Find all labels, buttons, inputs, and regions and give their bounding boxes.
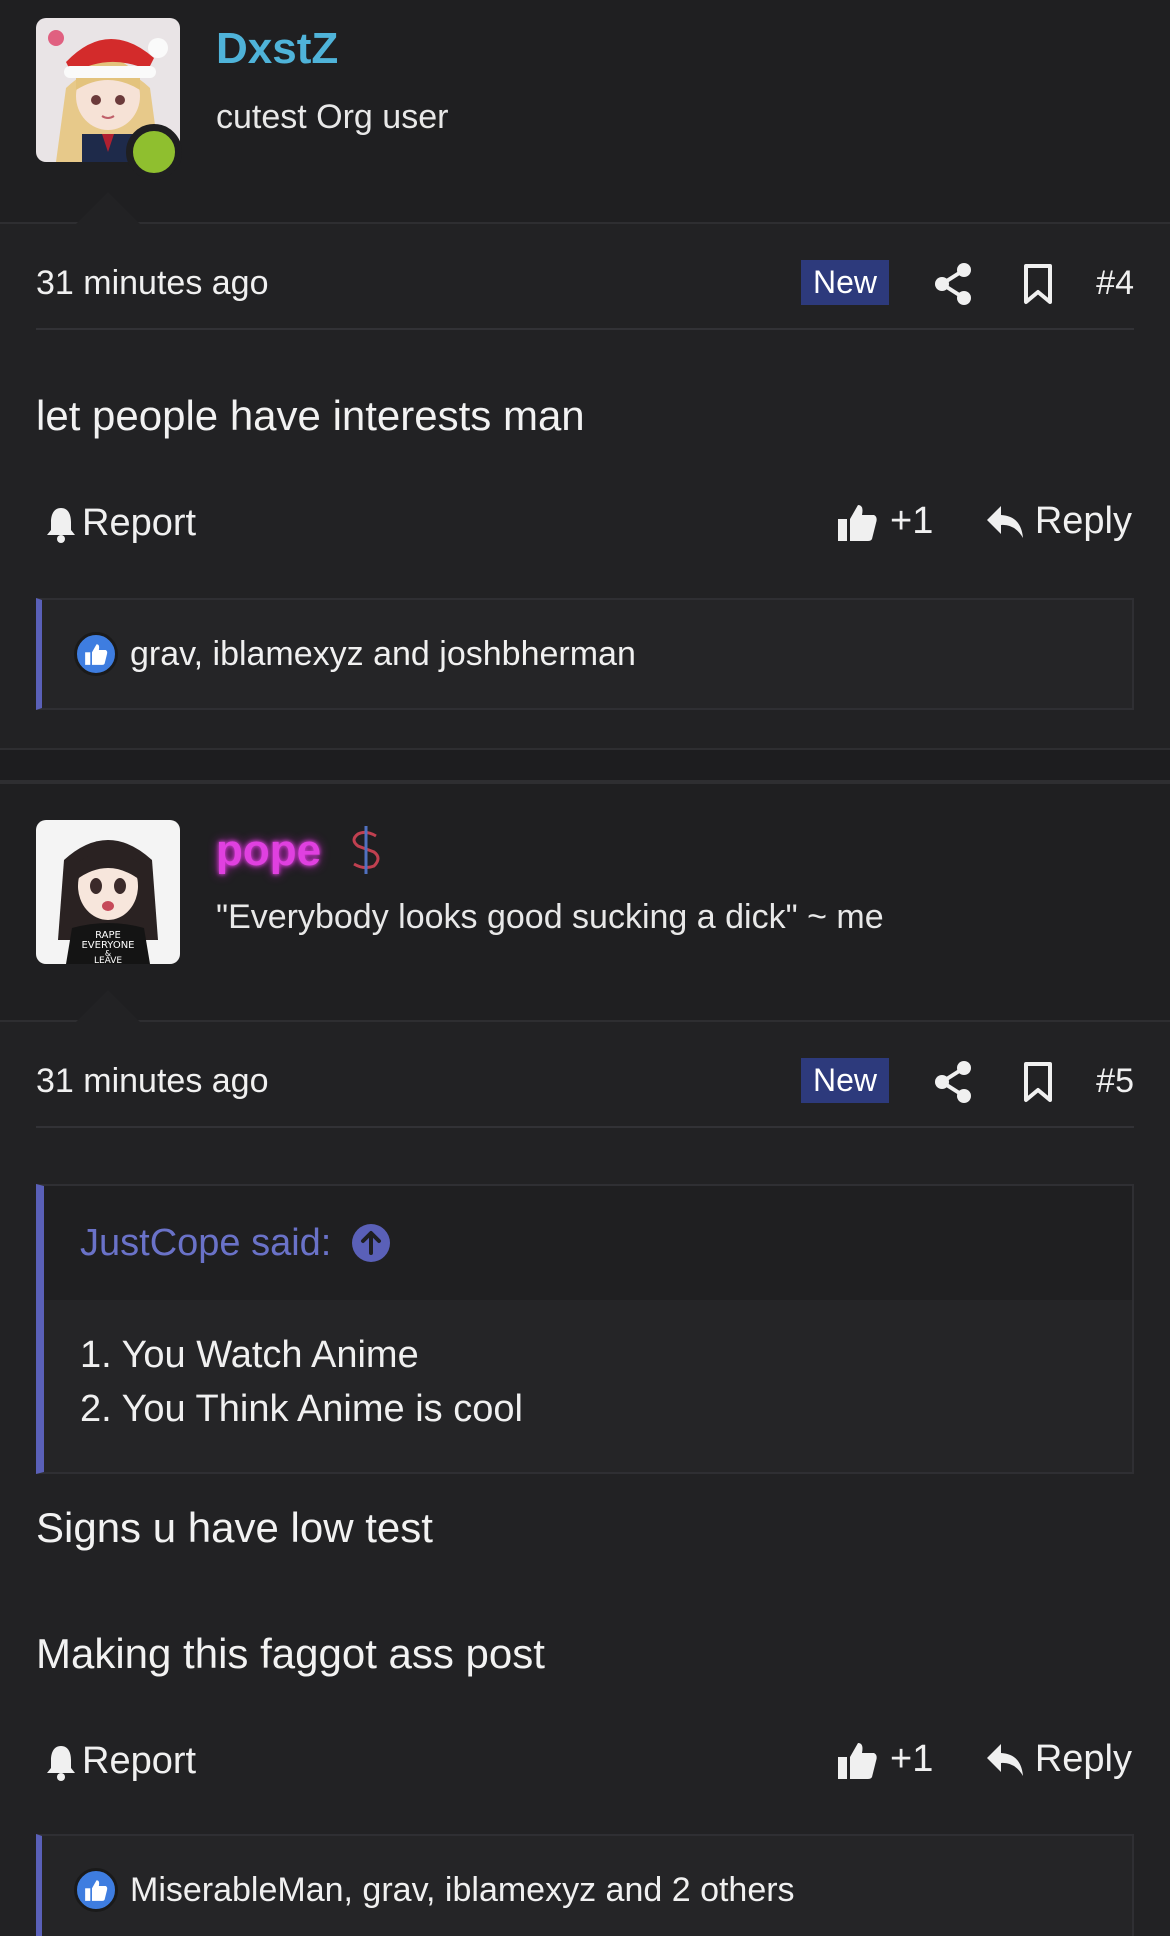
bookmark-icon[interactable]: [1012, 1056, 1064, 1108]
quote-header[interactable]: JustCope said:: [44, 1186, 1132, 1300]
bell-icon: [47, 507, 75, 543]
post-number[interactable]: #4: [1096, 264, 1134, 303]
reply-button[interactable]: Reply: [985, 500, 1132, 543]
quote-line: 2. You Think Anime is cool: [80, 1388, 523, 1430]
share-icon[interactable]: [928, 1056, 980, 1108]
dollar-icon: [352, 826, 380, 874]
new-badge: New: [801, 260, 890, 305]
post-5: RAPE EVERYONE & LEAVE pope "Everybody lo…: [0, 782, 1170, 1936]
like-button[interactable]: +1: [836, 500, 933, 543]
like-reaction-icon: [74, 632, 118, 676]
quote-line: 1. You Watch Anime: [80, 1334, 419, 1376]
reply-icon: [986, 1743, 1023, 1776]
thumbs-up-icon: [838, 1742, 877, 1779]
header-notch: [76, 990, 140, 1022]
thumbs-up-icon: [838, 504, 877, 541]
new-badge: New: [801, 1058, 890, 1103]
reply-label: Reply: [1034, 500, 1132, 542]
post-4: DxstZ cutest Org user 31 minutes ago New…: [0, 0, 1170, 748]
like-reaction-icon: [74, 1868, 118, 1912]
post-number[interactable]: #5: [1096, 1062, 1134, 1101]
header-notch: [76, 192, 140, 224]
like-button[interactable]: +1: [836, 1738, 933, 1781]
share-icon[interactable]: [928, 258, 980, 310]
reactions-bar[interactable]: MiserableMan, grav, iblamexyz and 2 othe…: [36, 1834, 1134, 1936]
report-button[interactable]: Report: [44, 1740, 196, 1783]
reactions-bar[interactable]: grav, iblamexyz and joshbherman: [36, 598, 1134, 710]
bookmark-icon[interactable]: [1012, 258, 1064, 310]
reply-icon: [986, 505, 1023, 538]
bell-icon: [47, 1745, 75, 1781]
reply-button[interactable]: Reply: [985, 1738, 1132, 1781]
online-status-indicator: [126, 124, 182, 180]
reply-label: Reply: [1034, 1738, 1132, 1780]
report-button[interactable]: Report: [44, 502, 196, 545]
post-body-line: Making this faggot ass post: [36, 1630, 545, 1677]
username[interactable]: pope: [216, 826, 321, 876]
post-body-line: Signs u have low test: [36, 1504, 433, 1551]
user-title: cutest Org user: [216, 98, 449, 136]
user-header: RAPE EVERYONE & LEAVE pope "Everybody lo…: [0, 782, 1170, 1022]
post-actions: Report +1 Reply: [36, 496, 1134, 556]
post-meta: 31 minutes ago New #5: [36, 1036, 1134, 1128]
user-header: DxstZ cutest Org user: [0, 0, 1170, 224]
jump-to-quote-icon[interactable]: [351, 1223, 391, 1263]
like-count: +1: [890, 500, 934, 542]
post-time[interactable]: 31 minutes ago: [36, 1062, 269, 1101]
post-divider: [0, 748, 1170, 782]
like-count: +1: [890, 1738, 934, 1780]
post-meta: 31 minutes ago New #4: [36, 238, 1134, 330]
quote-author[interactable]: JustCope said:: [80, 1222, 331, 1265]
quote-body: 1. You Watch Anime 2. You Think Anime is…: [44, 1300, 1132, 1436]
user-title: "Everybody looks good sucking a dick" ~ …: [216, 898, 884, 936]
svg-text:LEAVE: LEAVE: [94, 956, 122, 964]
post-actions: Report +1 Reply: [36, 1734, 1134, 1794]
username[interactable]: DxstZ: [216, 24, 338, 74]
report-label: Report: [82, 1740, 197, 1782]
post-time[interactable]: 31 minutes ago: [36, 264, 269, 303]
avatar[interactable]: RAPE EVERYONE & LEAVE: [36, 820, 180, 964]
report-label: Report: [82, 502, 197, 544]
reactions-text: MiserableMan, grav, iblamexyz and 2 othe…: [130, 1870, 795, 1909]
post-body-line: let people have interests man: [36, 392, 585, 439]
quote-block: JustCope said: 1. You Watch Anime 2. You…: [36, 1184, 1134, 1474]
reactions-text: grav, iblamexyz and joshbherman: [130, 634, 636, 673]
